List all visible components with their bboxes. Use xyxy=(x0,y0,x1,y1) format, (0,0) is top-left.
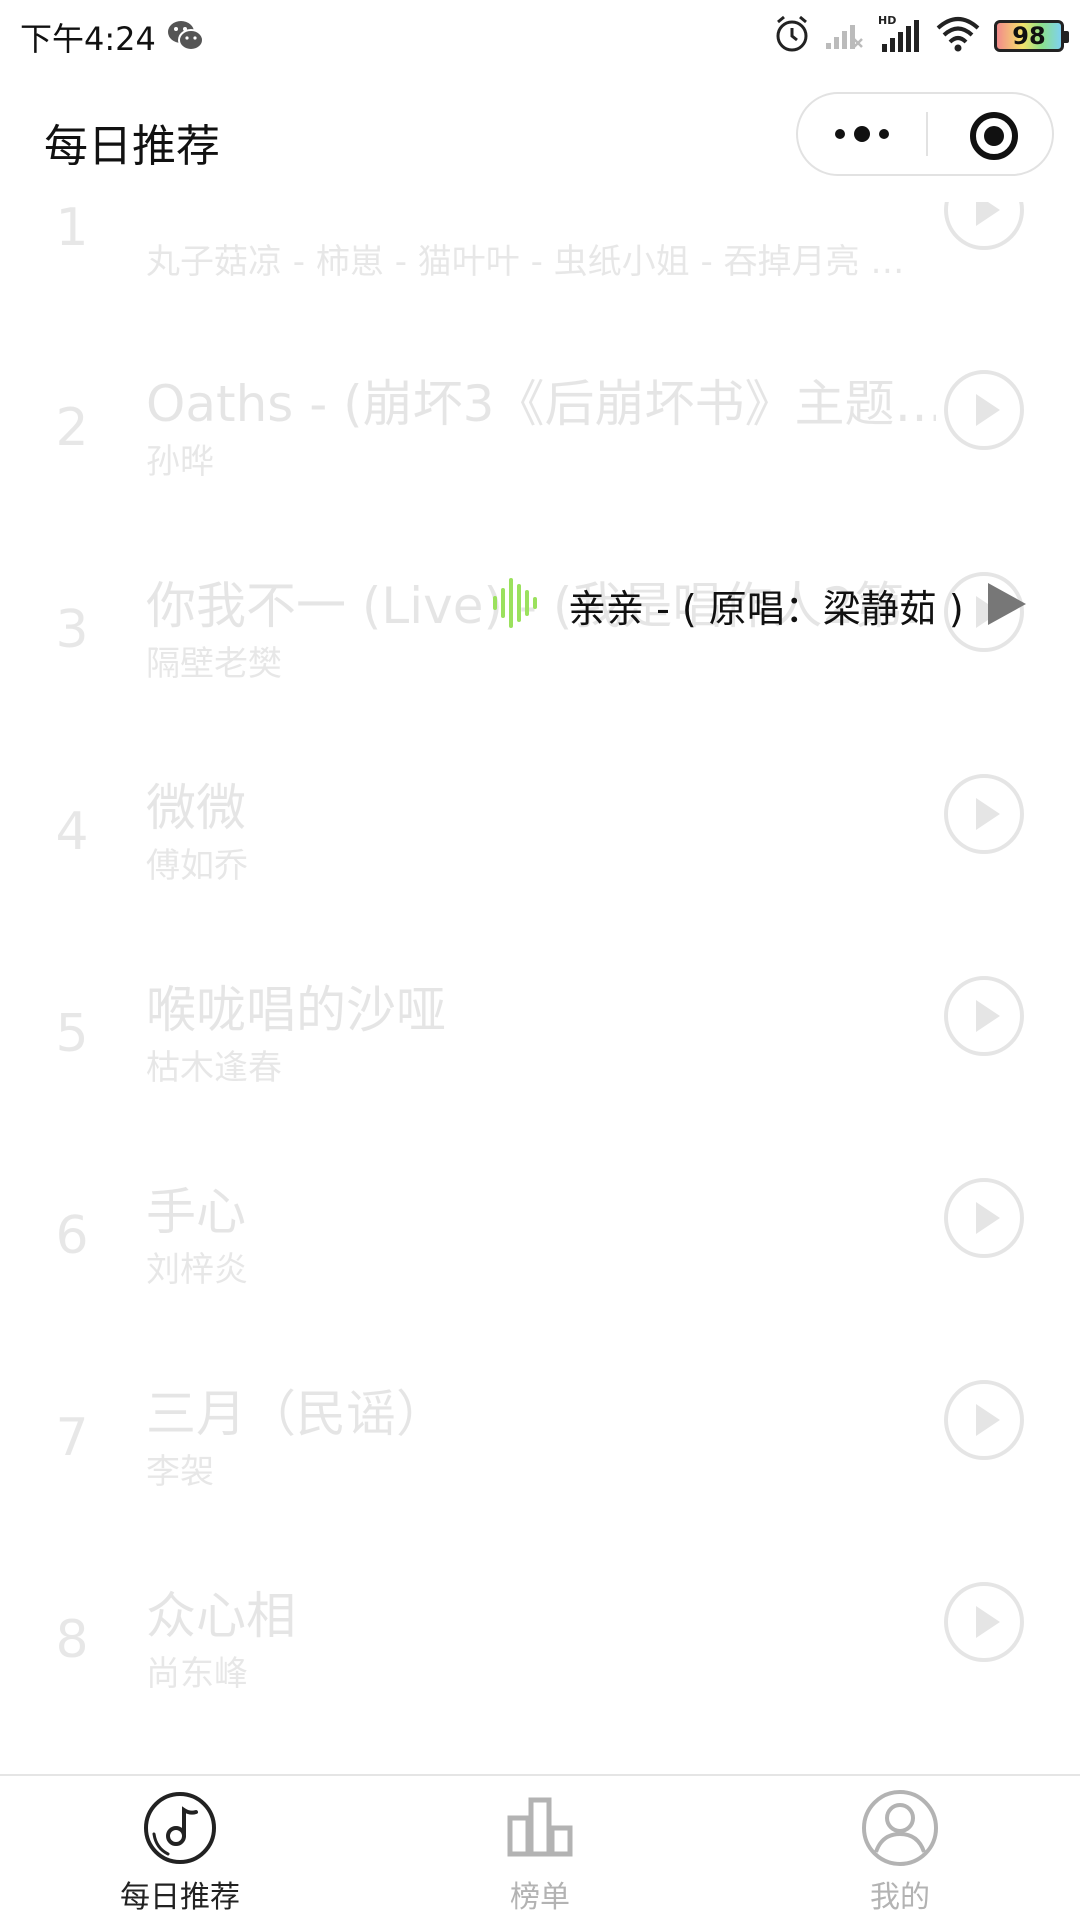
song-rank: 6 xyxy=(55,1206,89,1266)
song-artist: 枯木逢春 xyxy=(146,1048,282,1088)
tab-label: 每日推荐 xyxy=(120,1880,240,1915)
song-title: Oaths - (崩坏3《后崩坏书》主题… xyxy=(146,375,936,433)
song-rank: 4 xyxy=(55,802,89,862)
play-circle-icon[interactable] xyxy=(944,1178,1024,1258)
list-item[interactable]: 8 众心相 尚东峰 xyxy=(0,1554,1080,1754)
more-button[interactable] xyxy=(798,94,926,174)
song-title: 微微 xyxy=(146,779,246,837)
music-disc-icon xyxy=(144,1792,216,1864)
menu-capsule xyxy=(796,92,1054,176)
song-rank: 1 xyxy=(55,198,89,258)
tab-label: 我的 xyxy=(870,1880,930,1915)
play-circle-icon[interactable] xyxy=(944,370,1024,450)
page-title: 每日推荐 xyxy=(44,121,220,172)
tab-label: 榜单 xyxy=(510,1880,570,1915)
tab-mine[interactable]: 我的 xyxy=(800,1788,1000,1918)
audio-wave-icon xyxy=(493,578,537,628)
list-item[interactable]: 7 三月（民谣） 李袈 xyxy=(0,1352,1080,1552)
play-circle-icon[interactable] xyxy=(944,1582,1024,1662)
capsule-divider xyxy=(926,112,928,156)
song-artist: 丸子菇凉 - 柿崽 - 猫叶叶 - 虫纸小姐 - 吞掉月亮 … xyxy=(146,242,905,282)
song-rank: 8 xyxy=(55,1610,89,1670)
user-icon xyxy=(862,1790,938,1866)
song-list: 1 丸子菇凉 - 柿崽 - 猫叶叶 - 虫纸小姐 - 吞掉月亮 … 2 Oath… xyxy=(0,0,1080,1775)
song-artist: 孙晔 xyxy=(146,442,214,482)
song-title: 手心 xyxy=(146,1183,246,1241)
title-bar: 每日推荐 xyxy=(0,72,1080,202)
play-circle-icon[interactable] xyxy=(944,774,1024,854)
play-circle-icon[interactable] xyxy=(944,1380,1024,1460)
now-playing-bar[interactable]: 亲亲 - ( 原唱：梁静茹 ) xyxy=(492,574,1032,632)
song-artist: 隔壁老樊 xyxy=(146,644,282,684)
tab-chart[interactable]: 榜单 xyxy=(440,1788,640,1918)
song-rank: 3 xyxy=(55,600,89,660)
song-rank: 2 xyxy=(55,398,89,458)
song-artist: 尚东峰 xyxy=(146,1654,248,1694)
now-playing-title: 亲亲 - ( 原唱：梁静茹 ) xyxy=(568,587,964,631)
play-circle-icon[interactable] xyxy=(944,976,1024,1056)
list-item[interactable]: 4 微微 傅如乔 xyxy=(0,746,1080,946)
song-artist: 李袈 xyxy=(146,1452,214,1492)
song-artist: 傅如乔 xyxy=(146,846,248,886)
list-item[interactable]: 5 喉咙唱的沙哑 枯木逢春 xyxy=(0,948,1080,1148)
song-rank: 5 xyxy=(55,1004,89,1064)
song-title: 喉咙唱的沙哑 xyxy=(146,981,446,1039)
list-item[interactable]: 2 Oaths - (崩坏3《后崩坏书》主题… 孙晔 xyxy=(0,342,1080,542)
tab-daily-recommend[interactable]: 每日推荐 xyxy=(80,1788,280,1918)
chart-bars-icon xyxy=(507,1797,573,1857)
song-artist: 刘梓炎 xyxy=(146,1250,248,1290)
close-miniprogram-button[interactable] xyxy=(970,112,1018,160)
play-icon[interactable] xyxy=(988,583,1026,625)
list-item[interactable]: 6 手心 刘梓炎 xyxy=(0,1150,1080,1350)
tab-bar: 每日推荐 榜单 我的 xyxy=(0,1774,1080,1922)
song-title: 三月（民谣） xyxy=(146,1385,446,1443)
song-title: 众心相 xyxy=(146,1587,296,1645)
song-rank: 7 xyxy=(55,1408,89,1468)
